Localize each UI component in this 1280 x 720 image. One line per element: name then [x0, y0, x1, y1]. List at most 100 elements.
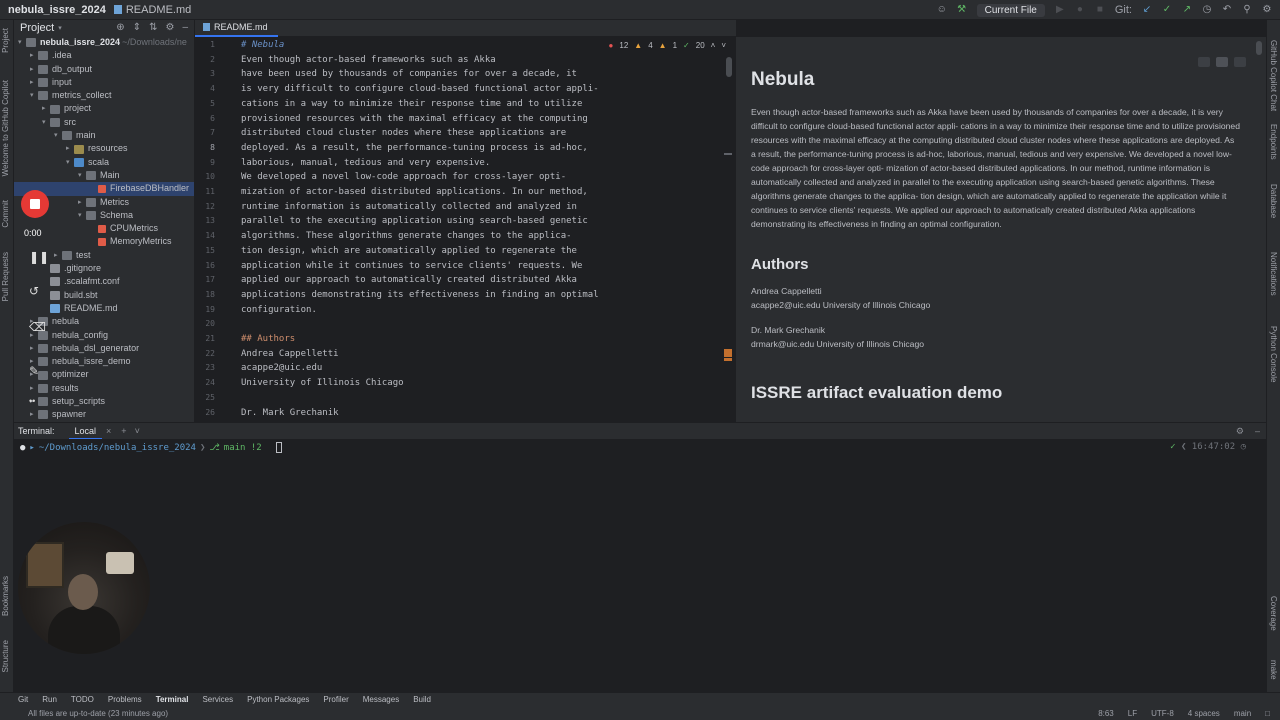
- run-config-select[interactable]: Current File: [976, 3, 1045, 17]
- bookmarks-tool-tab[interactable]: Bookmarks: [1, 576, 10, 616]
- chevron-down-icon[interactable]: ▾: [18, 36, 26, 49]
- chevron-down-icon[interactable]: ▾: [66, 156, 74, 169]
- project-name[interactable]: nebula_issre_2024: [8, 4, 106, 16]
- collapse-all-icon[interactable]: ⇅: [149, 22, 157, 33]
- chevron-down-icon[interactable]: ▾: [58, 24, 62, 32]
- code-line[interactable]: We developed a novel low-code approach f…: [241, 172, 566, 182]
- status-message[interactable]: All files are up-to-date (23 minutes ago…: [28, 709, 168, 718]
- endpoints-tool-tab[interactable]: Endpoints: [1269, 124, 1278, 160]
- chevron-down-icon[interactable]: ˅: [721, 41, 726, 50]
- run-icon[interactable]: ▶: [1055, 5, 1065, 15]
- lock-icon[interactable]: □: [1265, 709, 1270, 718]
- code-line[interactable]: runtime information is automatically col…: [241, 202, 577, 212]
- git-branch[interactable]: main: [1234, 709, 1251, 718]
- hammer-icon[interactable]: ⚒: [957, 5, 967, 15]
- chevron-down-icon[interactable]: ▾: [78, 209, 86, 222]
- tool-todo[interactable]: TODO: [71, 695, 94, 704]
- rollback-icon[interactable]: ↶: [1222, 5, 1232, 15]
- code-line[interactable]: tion design, which are automatically app…: [241, 246, 577, 256]
- chevron-down-icon[interactable]: ˅: [135, 426, 140, 436]
- chevron-right-icon[interactable]: ▸: [30, 49, 38, 62]
- code-line[interactable]: acappe2@uic.edu: [241, 363, 322, 373]
- code-line[interactable]: application while it continues to servic…: [241, 261, 582, 271]
- structure-tool-tab[interactable]: Structure: [1, 640, 10, 672]
- code-line[interactable]: # Nebula: [241, 40, 284, 50]
- inspection-widget[interactable]: ● 12 ▲ 4 ▲ 1 ✓ 20 ˄ ˅: [609, 41, 726, 50]
- pen-icon[interactable]: ✎: [29, 364, 39, 378]
- tree-item[interactable]: ▸ setup_scripts: [14, 395, 194, 408]
- editor-scrollbar[interactable]: [726, 57, 732, 77]
- commit-tool-tab[interactable]: Commit: [1, 200, 10, 228]
- history-icon[interactable]: ◷: [1202, 5, 1212, 15]
- tree-item[interactable]: ▾ main: [14, 129, 194, 142]
- code-line[interactable]: applied our approach to automatically cr…: [241, 275, 577, 285]
- chevron-right-icon[interactable]: ▸: [54, 249, 62, 262]
- tool-git[interactable]: Git: [18, 695, 28, 704]
- chevron-down-icon[interactable]: ▾: [42, 116, 50, 129]
- tree-item[interactable]: ▾ scala: [14, 156, 194, 169]
- code-line[interactable]: configuration.: [241, 305, 317, 315]
- chevron-right-icon[interactable]: ▸: [78, 196, 86, 209]
- python-console-tool-tab[interactable]: Python Console: [1269, 326, 1278, 382]
- tree-item[interactable]: ▸ nebula_issre_demo: [14, 355, 194, 368]
- terminal-tab-local[interactable]: Local: [68, 423, 103, 440]
- copilot-tool-tab[interactable]: Welcome to GitHub Copilot: [1, 80, 10, 176]
- caret-position[interactable]: 8:63: [1098, 709, 1114, 718]
- tool-profiler[interactable]: Profiler: [323, 695, 348, 704]
- code-line[interactable]: is very difficult to configure cloud-bas…: [241, 84, 599, 94]
- code-line[interactable]: Dr. Mark Grechanik: [241, 408, 339, 418]
- locate-icon[interactable]: ⊕: [116, 22, 124, 33]
- restart-icon[interactable]: ↺: [29, 284, 39, 298]
- gear-icon[interactable]: ⚙: [1236, 426, 1244, 437]
- code-line[interactable]: provisioned resources with the maximal e…: [241, 114, 588, 124]
- tree-item[interactable]: ▸ .idea: [14, 49, 194, 62]
- add-icon[interactable]: +: [121, 426, 126, 436]
- code-line[interactable]: parallel to the executing application us…: [241, 216, 588, 226]
- chevron-up-icon[interactable]: ˄: [711, 41, 716, 50]
- project-panel-title[interactable]: Project: [20, 22, 54, 34]
- tool-build[interactable]: Build: [413, 695, 431, 704]
- tool-terminal[interactable]: Terminal: [156, 695, 189, 704]
- tree-item[interactable]: ▾ src: [14, 116, 194, 129]
- code-line[interactable]: distributed cloud cluster nodes where th…: [241, 128, 566, 138]
- file-encoding[interactable]: UTF-8: [1151, 709, 1174, 718]
- error-stripe-mark[interactable]: [724, 349, 732, 357]
- debug-icon[interactable]: ●: [1075, 5, 1085, 15]
- chevron-right-icon[interactable]: ▸: [30, 63, 38, 76]
- code-line[interactable]: University of Illinois Chicago: [241, 378, 404, 388]
- git-update-icon[interactable]: ↙: [1142, 5, 1152, 15]
- terminal[interactable]: ● ▸ ~/Downloads/nebula_issre_2024 ❯ ⎇ ma…: [14, 439, 1266, 692]
- tool-messages[interactable]: Messages: [363, 695, 399, 704]
- notifications-tool-tab[interactable]: Notifications: [1269, 252, 1278, 296]
- code-line[interactable]: mization of actor-based distributed appl…: [241, 187, 588, 197]
- code-editor[interactable]: 1 2 3 4 5 6 7 8 9 10 11 12 13 14 15 16 17 18 19 20 21 22 23 24 2…: [195, 37, 736, 422]
- pause-icon[interactable]: ❚❚: [29, 250, 49, 264]
- code-line[interactable]: cations in a way to minimize their respo…: [241, 99, 582, 109]
- minimize-icon[interactable]: –: [182, 22, 188, 33]
- code-line[interactable]: Even though actor-based frameworks such …: [241, 55, 496, 65]
- stop-icon[interactable]: ■: [1095, 5, 1105, 15]
- chevron-down-icon[interactable]: ▾: [78, 169, 86, 182]
- code-line[interactable]: Andrea Cappelletti: [241, 349, 339, 359]
- preview-scrollbar[interactable]: [1256, 41, 1262, 55]
- tree-item[interactable]: ▸ input: [14, 76, 194, 89]
- preview-only-icon[interactable]: [1234, 57, 1246, 67]
- markdown-preview[interactable]: Nebula Even though actor-based framework…: [736, 37, 1266, 422]
- tree-item[interactable]: ▸ spawner: [14, 408, 194, 421]
- close-icon[interactable]: ×: [106, 426, 111, 436]
- user-icon[interactable]: ☺: [937, 5, 947, 15]
- coverage-tool-tab[interactable]: Coverage: [1269, 596, 1278, 631]
- tool-services[interactable]: Services: [202, 695, 233, 704]
- expand-all-icon[interactable]: ⇕: [133, 22, 141, 33]
- code-line[interactable]: applications demonstrating its effective…: [241, 290, 599, 300]
- tree-root[interactable]: ▾ nebula_issre_2024 ~/Downloads/ne: [14, 36, 194, 49]
- pull-requests-tool-tab[interactable]: Pull Requests: [1, 252, 10, 301]
- tree-item[interactable]: ▸ db_output: [14, 63, 194, 76]
- chevron-right-icon[interactable]: ▸: [30, 382, 38, 395]
- code-line[interactable]: ## Authors: [241, 334, 295, 344]
- search-icon[interactable]: ⚲: [1242, 5, 1252, 15]
- code-line[interactable]: laborious, manual, tedious and very expe…: [241, 158, 490, 168]
- database-tool-tab[interactable]: Database: [1269, 184, 1278, 218]
- copilot-chat-tool-tab[interactable]: GitHub Copilot Chat: [1269, 40, 1278, 111]
- editor-only-icon[interactable]: [1198, 57, 1210, 67]
